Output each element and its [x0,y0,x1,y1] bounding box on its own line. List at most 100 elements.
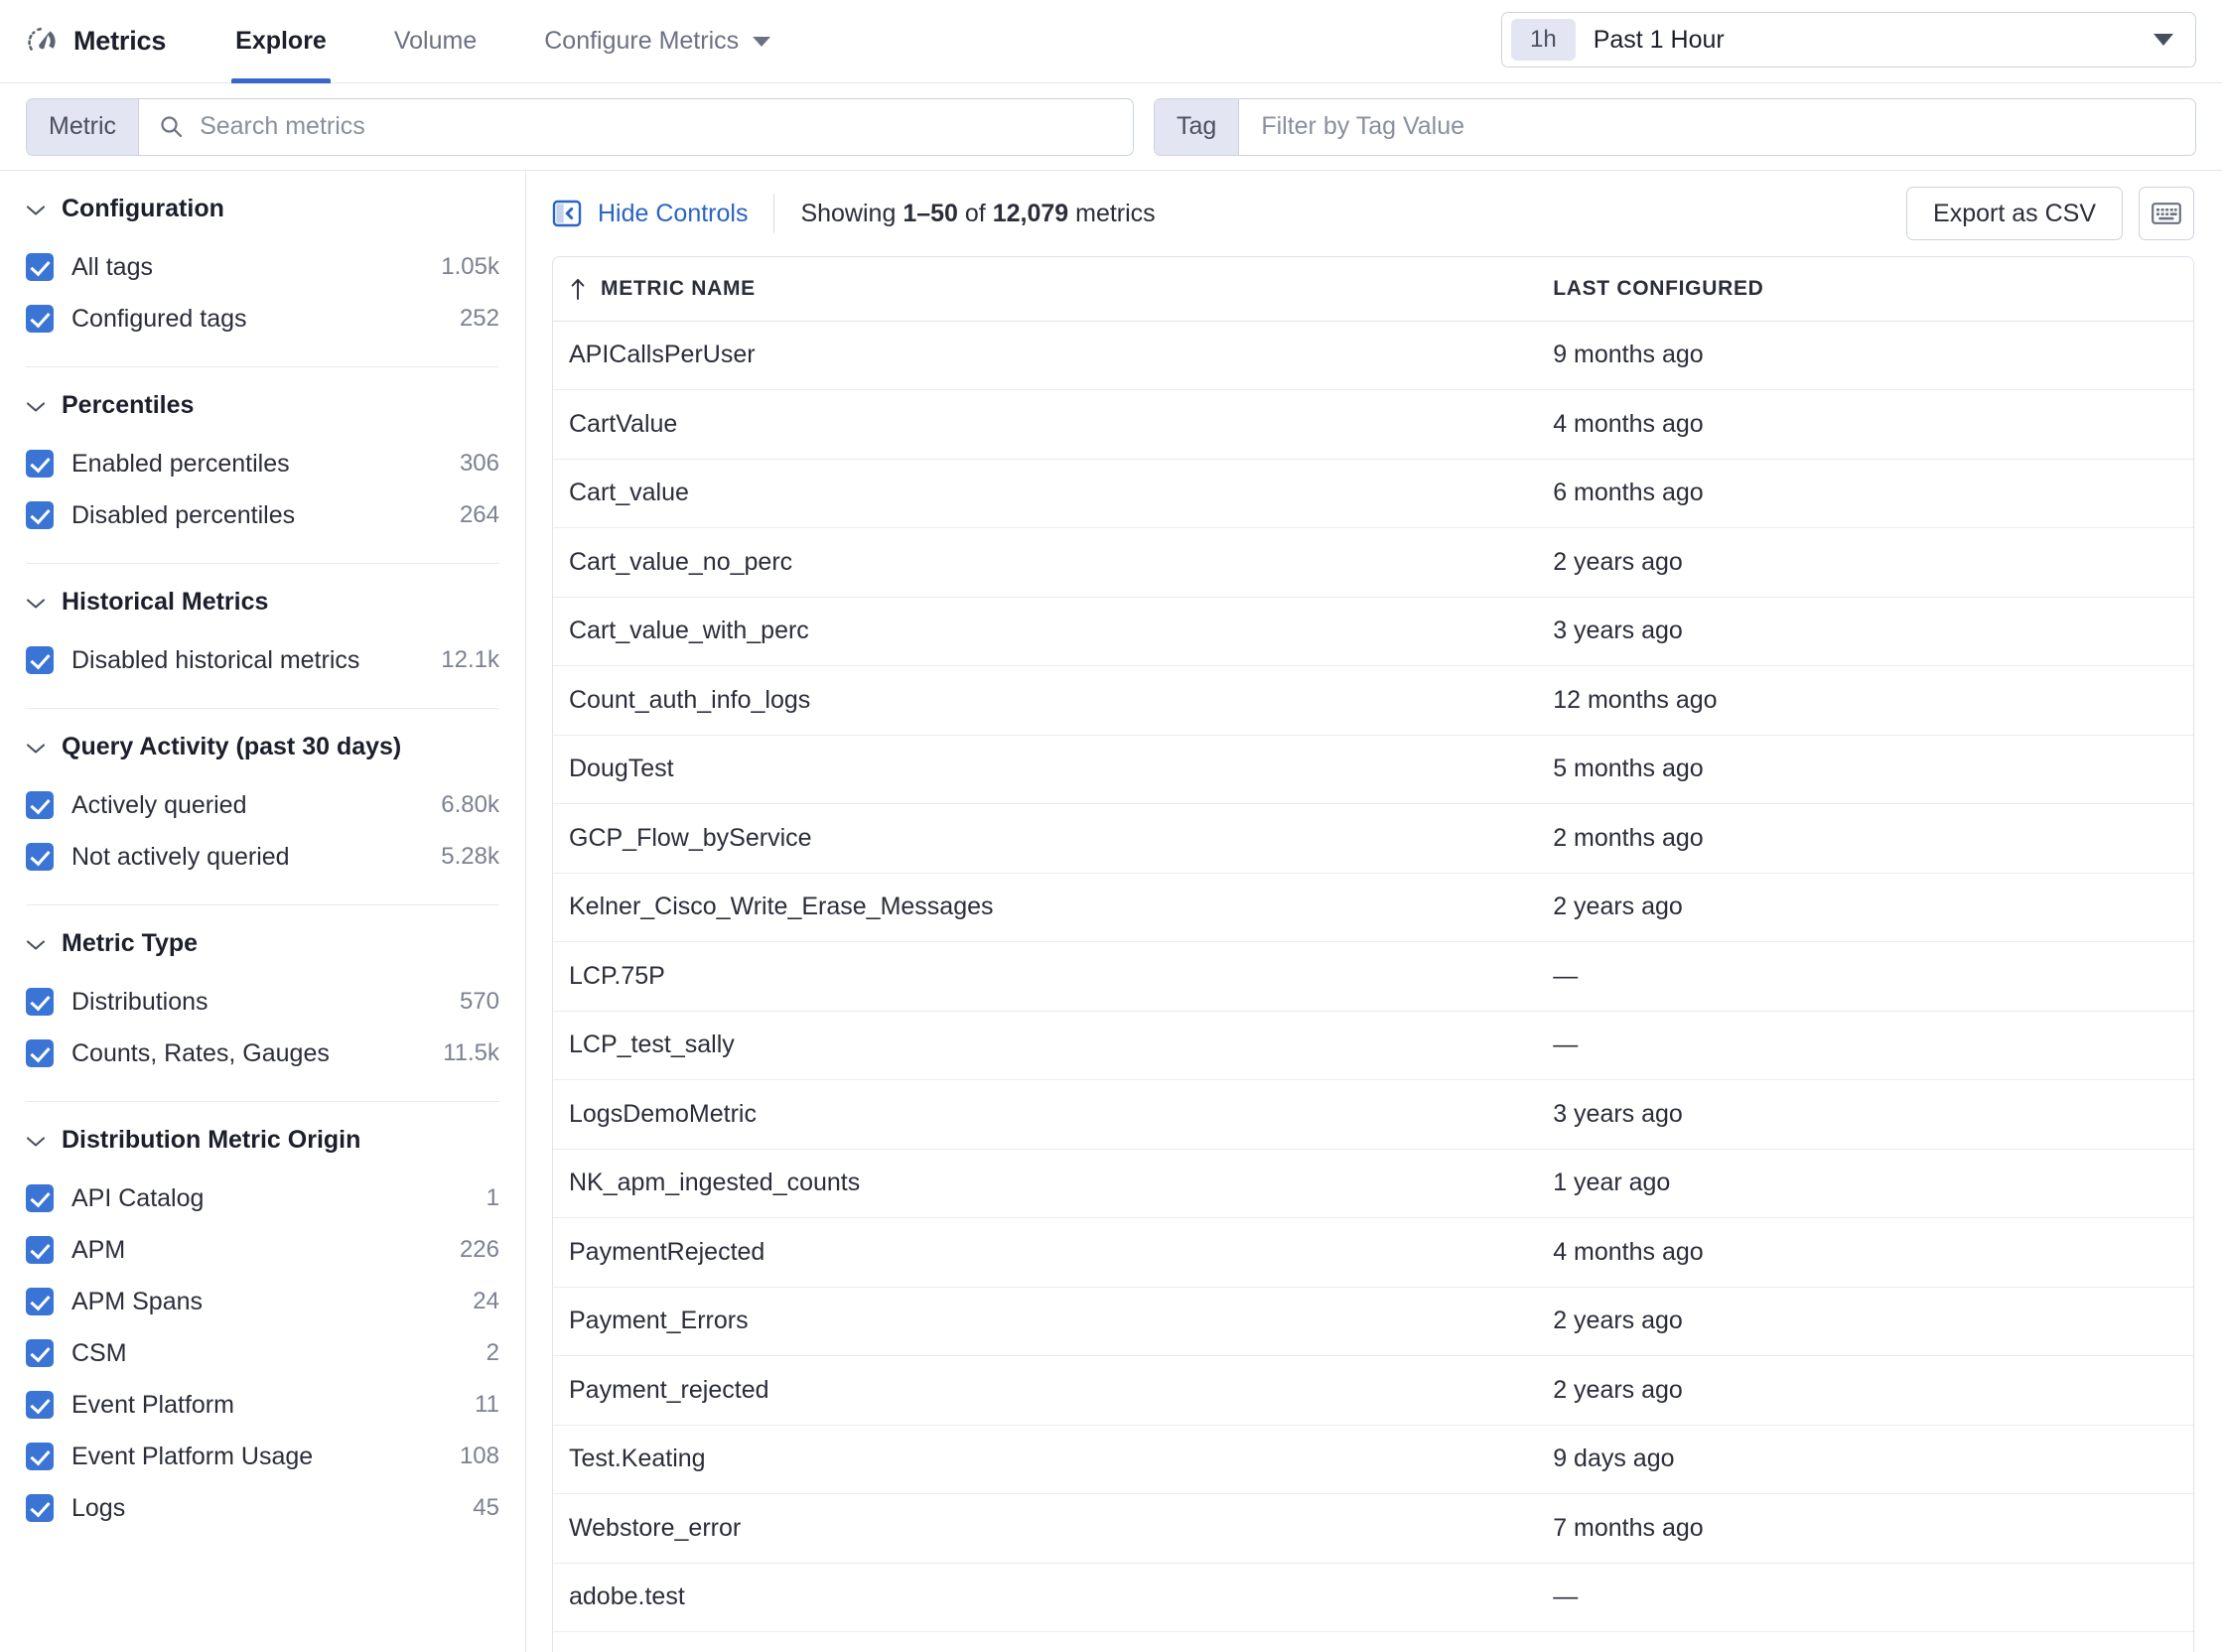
facet-item[interactable]: Logs 45 [26,1482,499,1534]
checkbox-checked-icon[interactable] [26,501,54,529]
table-row[interactable]: Count_auth_info_logs 12 months ago [553,665,2193,736]
facet-item[interactable]: Disabled percentiles 264 [26,489,499,541]
facet-group-header[interactable]: Metric Type [26,929,499,958]
checkbox-checked-icon[interactable] [26,1391,54,1419]
cell-metric-name[interactable]: Payment_rejected [553,1355,1538,1426]
tag-filter-field[interactable] [1239,99,2195,155]
checkbox-checked-icon[interactable] [26,1288,54,1315]
checkbox-checked-icon[interactable] [26,646,54,674]
facet-item[interactable]: Not actively queried 5.28k [26,831,499,883]
facet-item-label: APM [71,1235,126,1264]
checkbox-checked-icon[interactable] [26,450,54,478]
cell-metric-name[interactable]: LCP_test_sally [553,1011,1538,1080]
tab-configure-metrics[interactable]: Configure Metrics [510,0,804,83]
facet-item[interactable]: Distributions 570 [26,976,499,1028]
tab-volume-label: Volume [393,27,478,55]
table-row[interactable]: Payment_Errors 2 years ago [553,1287,2193,1356]
cell-metric-name[interactable]: Payment_Errors [553,1287,1538,1356]
table-row[interactable]: LCP.75P — [553,941,2193,1012]
facet-group-header[interactable]: Percentiles [26,391,499,420]
facet-item-count: 252 [459,305,499,332]
checkbox-checked-icon[interactable] [26,988,54,1016]
cell-metric-name[interactable]: LogsDemoMetric [553,1079,1538,1150]
metric-search-field[interactable] [139,99,1133,155]
table-row[interactable]: Kelner_Cisco_Write_Erase_Messages 2 years… [553,873,2193,942]
table-row[interactable]: DougTest 5 months ago [553,735,2193,804]
checkbox-checked-icon[interactable] [26,1443,54,1470]
facet-item[interactable]: APM Spans 24 [26,1276,499,1327]
facet-group-header[interactable]: Query Activity (past 30 days) [26,733,499,761]
facet-item[interactable]: Event Platform Usage 108 [26,1431,499,1482]
facet-group-header[interactable]: Distribution Metric Origin [26,1126,499,1155]
export-csv-button[interactable]: Export as CSV [1906,187,2123,240]
table-row[interactable]: GCP_Flow_byService 2 months ago [553,803,2193,874]
table-row[interactable]: PaymentRejected 4 months ago [553,1217,2193,1288]
cell-metric-name[interactable]: DougTest [553,735,1538,804]
table-row[interactable]: LCP_test_sally — [553,1011,2193,1080]
facet-group-header[interactable]: Historical Metrics [26,588,499,617]
column-header-metric-name[interactable]: METRIC NAME [553,257,1538,322]
table-row[interactable]: LogsDemoMetric 3 years ago [553,1079,2193,1150]
checkbox-checked-icon[interactable] [26,1494,54,1522]
facet-item-count: 570 [459,988,499,1015]
facet-item[interactable]: Actively queried 6.80k [26,779,499,831]
column-header-last-configured[interactable]: LAST CONFIGURED [1537,257,2193,322]
facet-group-header[interactable]: Configuration [26,195,499,223]
tag-filter-input[interactable] [1259,111,2175,142]
tab-explore[interactable]: Explore [202,0,360,83]
cell-metric-name[interactable]: NK_apm_ingested_counts [553,1149,1538,1218]
table-row[interactable]: CartValue 4 months ago [553,389,2193,460]
cell-metric-name[interactable]: Webstore_error [553,1493,1538,1564]
facet-item[interactable]: APM 226 [26,1224,499,1276]
checkbox-checked-icon[interactable] [26,1039,54,1067]
table-row[interactable]: Cart_value_with_perc 3 years ago [553,597,2193,666]
main-content: Hide Controls Showing 1–50 of 12,079 met… [526,171,2222,1652]
facet-item[interactable]: Configured tags 252 [26,293,499,344]
table-row[interactable]: APICallsPerUser 9 months ago [553,321,2193,390]
cell-metric-name[interactable]: Cart_value_no_perc [553,527,1538,598]
facet-item[interactable]: Counts, Rates, Gauges 11.5k [26,1028,499,1079]
table-row[interactable]: Webstore_error 7 months ago [553,1493,2193,1564]
time-range-picker[interactable]: 1h Past 1 Hour [1501,12,2196,68]
facet-group: Configuration All tags 1.05k Configured tag… [26,171,499,367]
search-input[interactable] [198,111,1113,142]
cell-metric-name[interactable]: GCP_Flow_byService [553,803,1538,874]
cell-metric-name[interactable]: Test.Keating [553,1425,1538,1494]
facet-item[interactable]: All tags 1.05k [26,241,499,293]
cell-metric-name[interactable]: Cart_value_with_perc [553,597,1538,666]
table-row[interactable]: Test.Keating 9 days ago [553,1425,2193,1494]
cell-metric-name[interactable]: Count_auth_info_logs [553,665,1538,736]
facet-item[interactable]: Enabled percentiles 306 [26,438,499,489]
cell-metric-name[interactable]: Kelner_Cisco_Write_Erase_Messages [553,873,1538,942]
facet-item-count: 1 [486,1184,499,1211]
checkbox-checked-icon[interactable] [26,1184,54,1212]
cell-metric-name[interactable]: PaymentRejected [553,1217,1538,1288]
checkbox-checked-icon[interactable] [26,1339,54,1367]
checkbox-checked-icon[interactable] [26,253,54,281]
facet-item-count: 5.28k [441,843,499,870]
table-row[interactable]: adobe.test — [553,1563,2193,1632]
table-row[interactable]: Cart_value_no_perc 2 years ago [553,527,2193,598]
keyboard-shortcuts-button[interactable] [2139,187,2194,240]
table-row[interactable]: Cart_value 6 months ago [553,459,2193,528]
facet-item[interactable]: Event Platform 11 [26,1379,499,1431]
showing-prefix: Showing [800,199,897,227]
facet-item[interactable]: Disabled historical metrics 12.1k [26,634,499,686]
table-row[interactable]: Payment_rejected 2 years ago [553,1355,2193,1426]
cell-metric-name[interactable]: APICallsPerUser [553,321,1538,390]
cell-metric-name[interactable]: CartValue [553,389,1538,460]
tab-volume[interactable]: Volume [360,0,510,83]
cell-metric-name[interactable]: adobe.test [553,1563,1538,1632]
checkbox-checked-icon[interactable] [26,1236,54,1264]
facet-item[interactable]: CSM 2 [26,1327,499,1379]
cell-metric-name[interactable]: LCP.75P [553,941,1538,1012]
hide-controls-button[interactable]: Hide Controls [552,199,773,228]
checkbox-checked-icon[interactable] [26,791,54,819]
chevron-down-icon [26,938,46,950]
cell-metric-name[interactable]: Cart_value [553,459,1538,528]
checkbox-checked-icon[interactable] [26,843,54,871]
checkbox-checked-icon[interactable] [26,305,54,333]
facet-item[interactable]: API Catalog 1 [26,1172,499,1224]
table-row[interactable]: NK_apm_ingested_counts 1 year ago [553,1149,2193,1218]
facet-item-count: 6.80k [441,791,499,818]
